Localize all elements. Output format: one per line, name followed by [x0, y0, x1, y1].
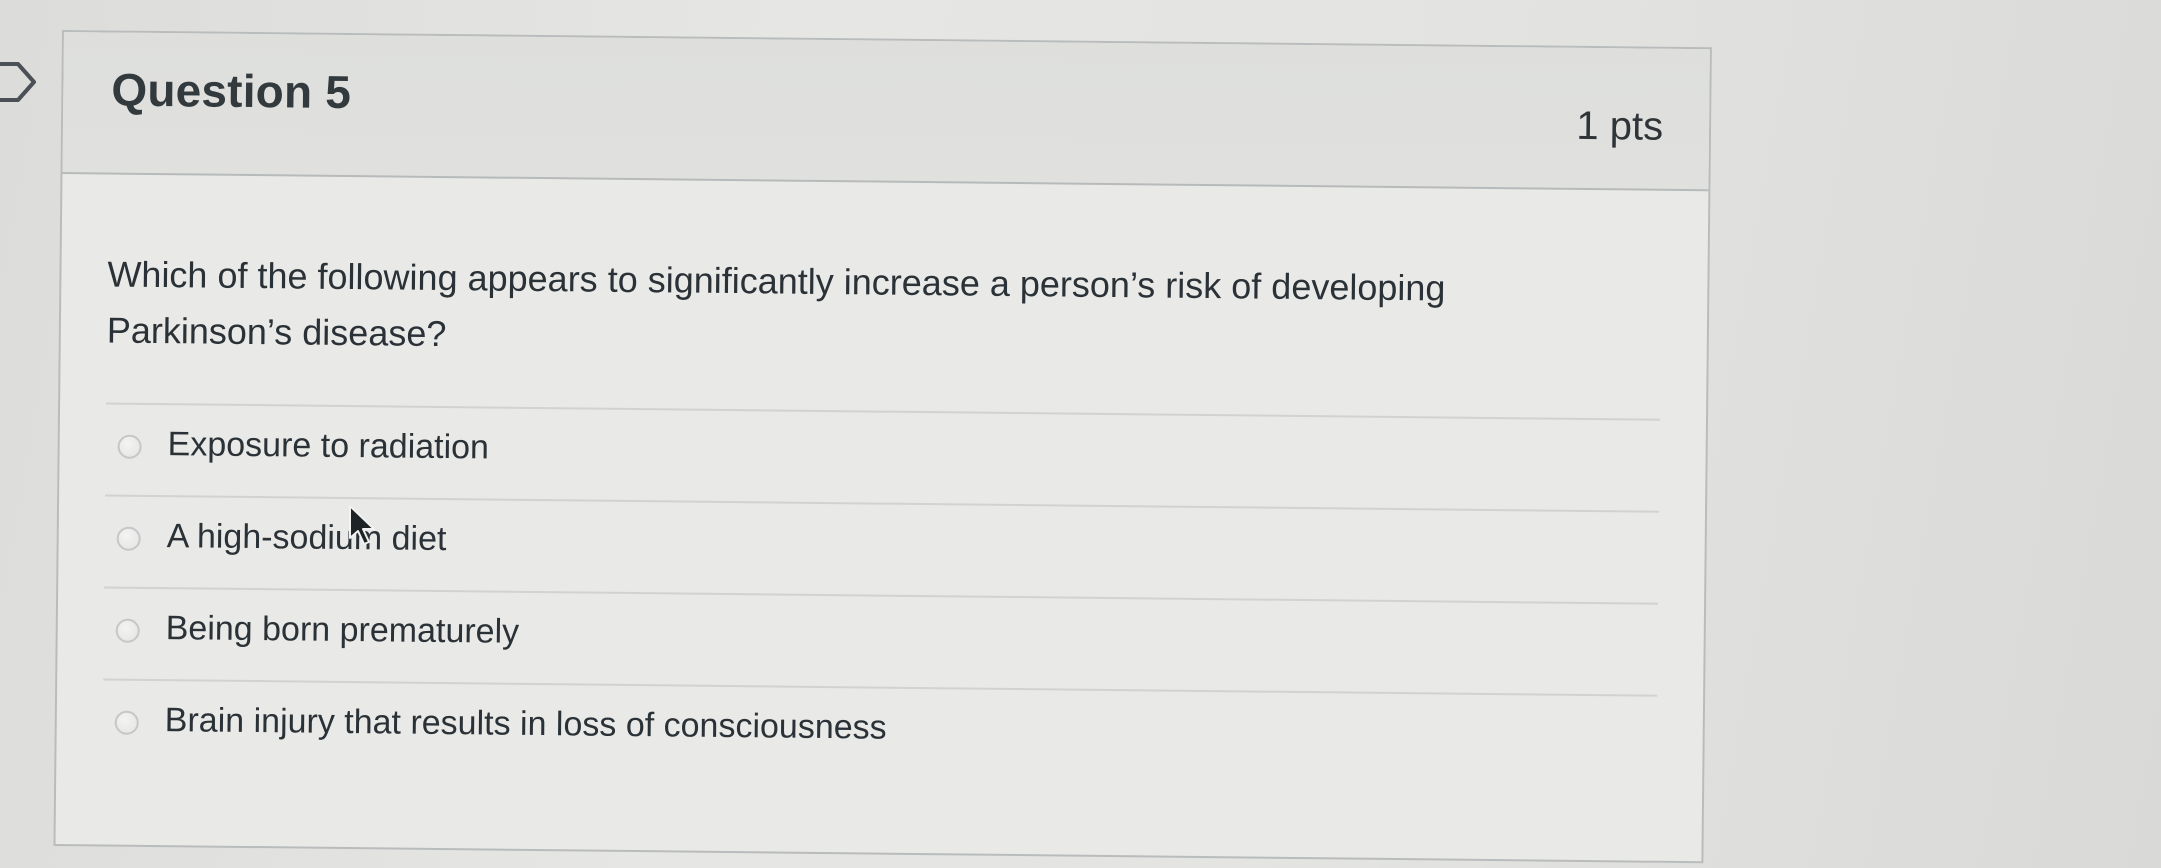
question-header: Question 5 1 pts: [62, 32, 1710, 192]
answer-label[interactable]: Being born prematurely: [166, 609, 520, 652]
answer-option[interactable]: Brain injury that results in loss of con…: [102, 678, 1658, 787]
radio-button-icon[interactable]: [116, 526, 141, 551]
question-text: Which of the following appears to signif…: [106, 253, 1446, 355]
answer-label[interactable]: Exposure to radiation: [167, 425, 489, 467]
question-flag-icon[interactable]: [0, 58, 40, 106]
question-points: 1 pts: [1576, 103, 1664, 149]
answer-list: Exposure to radiation A high-sodium diet…: [102, 402, 1661, 787]
radio-button-icon[interactable]: [114, 710, 139, 735]
answer-label[interactable]: Brain injury that results in loss of con…: [165, 701, 887, 748]
question-card: Question 5 1 pts Which of the following …: [53, 30, 1712, 864]
answer-option[interactable]: Being born prematurely: [103, 586, 1659, 695]
radio-button-icon[interactable]: [115, 618, 140, 643]
answer-option[interactable]: A high-sodium diet: [104, 494, 1660, 603]
radio-button-icon[interactable]: [117, 434, 142, 459]
question-title: Question 5: [111, 63, 352, 119]
answer-label[interactable]: A high-sodium diet: [166, 517, 447, 559]
answer-option[interactable]: Exposure to radiation: [105, 402, 1661, 511]
mouse-pointer-icon: [349, 505, 375, 545]
question-body: Which of the following appears to signif…: [55, 174, 1708, 861]
